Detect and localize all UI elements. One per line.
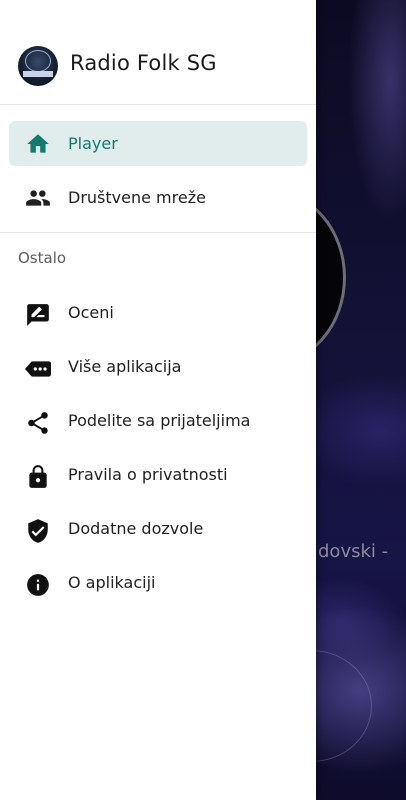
people-icon bbox=[25, 185, 51, 211]
track-title: dovski - bbox=[318, 541, 389, 562]
nav-item-label: Player bbox=[68, 134, 118, 153]
verified-shield-icon bbox=[25, 518, 51, 544]
menu-item-about[interactable]: O aplikaciji bbox=[0, 557, 316, 611]
drawer-header: Radio Folk SG bbox=[0, 0, 316, 105]
menu-item-share[interactable]: Podelite sa prijateljima bbox=[0, 395, 316, 449]
info-icon bbox=[25, 572, 51, 598]
share-icon bbox=[25, 410, 51, 436]
primary-nav: Player Društvene mreže bbox=[0, 105, 316, 220]
secondary-menu: Oceni Više aplikacija Podelite sa prijat… bbox=[0, 275, 316, 611]
nav-item-label: Društvene mreže bbox=[68, 188, 206, 207]
nav-item-social[interactable]: Društvene mreže bbox=[9, 175, 307, 220]
menu-item-privacy[interactable]: Pravila o privatnosti bbox=[0, 449, 316, 503]
home-icon bbox=[25, 131, 51, 157]
lock-icon bbox=[25, 464, 51, 490]
menu-item-label: Više aplikacija bbox=[68, 357, 182, 376]
nav-item-player[interactable]: Player bbox=[9, 121, 307, 166]
radio-station-logo bbox=[18, 46, 58, 86]
app-title: Radio Folk SG bbox=[70, 51, 217, 75]
menu-item-label: O aplikaciji bbox=[68, 573, 156, 592]
menu-item-label: Podelite sa prijateljima bbox=[68, 411, 251, 430]
navigation-drawer: Radio Folk SG Player Društvene mreže Ost… bbox=[0, 0, 316, 800]
menu-item-more-apps[interactable]: Više aplikacija bbox=[0, 341, 316, 395]
rate-review-icon bbox=[25, 302, 51, 328]
menu-item-rate[interactable]: Oceni bbox=[0, 287, 316, 341]
more-apps-icon bbox=[25, 356, 51, 382]
menu-item-permissions[interactable]: Dodatne dozvole bbox=[0, 503, 316, 557]
menu-item-label: Dodatne dozvole bbox=[68, 519, 204, 538]
menu-item-label: Oceni bbox=[68, 303, 114, 322]
menu-item-label: Pravila o privatnosti bbox=[68, 465, 228, 484]
section-title: Ostalo bbox=[18, 249, 67, 267]
